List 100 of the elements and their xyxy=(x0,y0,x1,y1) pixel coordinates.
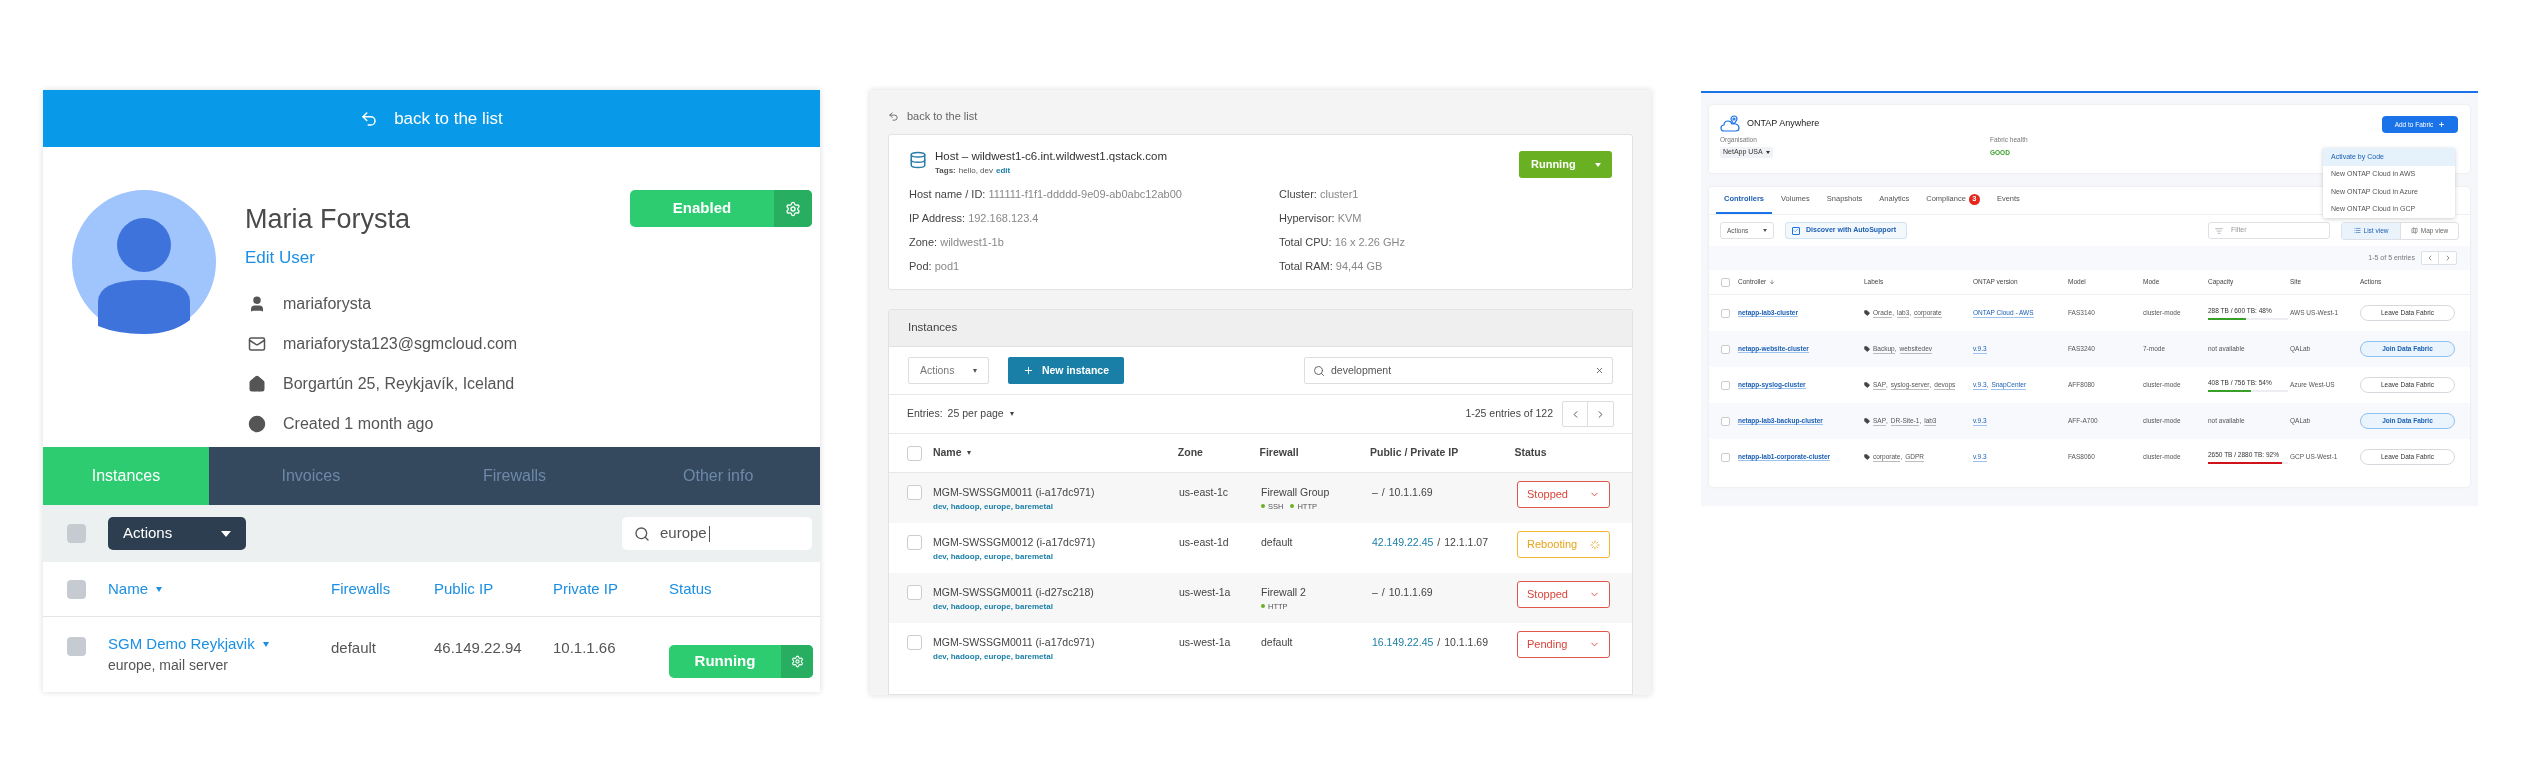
checkbox[interactable] xyxy=(907,635,922,650)
checkbox[interactable] xyxy=(67,637,86,656)
status-dropdown[interactable]: Stopped xyxy=(1517,481,1610,508)
checkbox[interactable] xyxy=(1721,344,1730,354)
table-cell-text: default xyxy=(1261,535,1294,550)
plus-icon xyxy=(1022,365,1034,376)
status-dropdown[interactable]: Pending xyxy=(1517,631,1610,658)
column-header[interactable]: Firewall xyxy=(1259,445,1299,461)
chevron-left-icon xyxy=(2426,254,2434,262)
tags-label: Tags: xyxy=(935,165,956,178)
caret-icon xyxy=(1765,150,1770,154)
column-header[interactable]: Private IP xyxy=(553,577,619,601)
checkbox[interactable] xyxy=(907,445,922,461)
column-header[interactable]: Status xyxy=(669,577,712,601)
instance-name: MGM-SWSSGM0011 (i-a17dc971) xyxy=(933,485,1096,500)
caret-icon xyxy=(1595,162,1601,167)
search-field[interactable]: development xyxy=(1304,357,1613,384)
checkbox[interactable] xyxy=(907,585,922,600)
table-cell-text: Firewall 2 xyxy=(1261,585,1307,600)
tag-icon xyxy=(1864,382,1870,388)
entries-label: Entries: xyxy=(907,406,943,422)
search-field[interactable]: europe xyxy=(622,517,812,550)
caret-icon xyxy=(1009,412,1014,416)
public-ip-link[interactable]: 42.149.22.45 xyxy=(1372,536,1434,548)
instance-tags: europe, mail server xyxy=(108,655,331,677)
checkbox[interactable] xyxy=(1721,452,1730,462)
caret-icon xyxy=(262,641,269,647)
host-title: Host – wildwest1-c6.int.wildwest1.qstack.com xyxy=(935,149,1167,164)
detail-text: mariaforysta123@sgmcloud.com xyxy=(283,333,518,354)
ip-separator: / xyxy=(1381,486,1385,498)
column-header[interactable]: Firewalls xyxy=(331,577,391,601)
column-header[interactable]: Zone xyxy=(1177,445,1203,461)
table-cell-text: 10.1.1.66 xyxy=(553,638,617,658)
ip-separator: / xyxy=(1381,586,1385,598)
checkbox[interactable] xyxy=(67,524,86,543)
back-icon xyxy=(360,109,379,128)
edit-link[interactable]: edit xyxy=(996,165,1011,178)
ip-separator: / xyxy=(1437,636,1441,648)
private-ip: 10.1.1.69 xyxy=(1444,636,1489,648)
instance-name: MGM-SWSSGM0011 (i-d27sc218) xyxy=(933,585,1095,600)
host-field: Zone: wildwest1-1b xyxy=(909,234,1279,259)
column-header[interactable]: Status xyxy=(1514,445,1547,461)
sort-icon xyxy=(966,451,971,455)
checkbox[interactable] xyxy=(1721,277,1730,287)
table-cell-text: Firewall Group xyxy=(1261,485,1331,500)
plus-icon xyxy=(2438,121,2446,128)
instance-tags: dev, hadoop, europe, baremetal xyxy=(933,650,1179,663)
tag-icon xyxy=(1864,346,1870,352)
column-header[interactable]: Public IP xyxy=(434,577,494,601)
checkbox[interactable] xyxy=(907,485,922,500)
tag-icon xyxy=(1864,310,1870,316)
table-cell-text: us-east-1c xyxy=(1179,485,1230,500)
table-cell-text: 46.149.22.94 xyxy=(434,638,523,658)
settings-icon xyxy=(785,200,801,217)
caret-icon xyxy=(1763,229,1767,232)
private-ip: 12.1.1.07 xyxy=(1444,536,1489,548)
host-field: Cluster: cluster1 xyxy=(1279,186,1612,211)
checkbox[interactable] xyxy=(1721,308,1730,318)
tags-text: hello, dev xyxy=(958,165,993,178)
instance-tags: dev, hadoop, europe, baremetal xyxy=(933,550,1179,563)
status-dropdown[interactable]: Stopped xyxy=(1517,581,1610,608)
back-link[interactable]: back to the list xyxy=(888,109,1633,123)
column-header[interactable]: Public / Private IP xyxy=(1370,445,1459,461)
checkbox[interactable] xyxy=(1721,416,1730,426)
checkbox[interactable] xyxy=(67,579,86,599)
fabric-title: ONTAP Anywhere xyxy=(1747,116,1820,130)
spinner-icon xyxy=(1590,539,1600,550)
host-field: Host name / ID: 111111-f1f1-ddddd-9e09-ab0abc12ab00 xyxy=(909,186,1279,211)
sort-icon xyxy=(156,586,162,592)
list-icon xyxy=(2353,227,2361,234)
settings-icon xyxy=(790,655,804,668)
host-field: Hypervisor: KVM xyxy=(1279,210,1612,235)
user-name: Maria Forysta xyxy=(245,203,412,235)
private-ip: 10.1.1.69 xyxy=(1388,486,1433,498)
new-instance-button[interactable]: New instance xyxy=(1008,357,1124,384)
home-icon xyxy=(248,374,266,393)
sort-arrow-icon xyxy=(1769,279,1776,285)
caret-icon xyxy=(973,368,977,373)
search-icon xyxy=(634,525,650,542)
entries-range: 1-25 entries of 122 xyxy=(1465,406,1553,422)
actions-dropdown[interactable]: Actions xyxy=(908,357,989,384)
clear-icon[interactable] xyxy=(1595,366,1604,375)
checkbox[interactable] xyxy=(1721,380,1730,390)
detail-text: Borgartún 25, Reykjavík, Iceland xyxy=(283,373,515,394)
instance-name: MGM-SWSSGM0012 (i-a17dc971) xyxy=(933,535,1097,550)
public-ip-link[interactable]: 16.149.22.45 xyxy=(1372,636,1434,648)
edit-user-link[interactable]: Edit User xyxy=(245,245,518,271)
host-field: Total CPU: 16 x 2.26 GHz xyxy=(1279,234,1612,259)
column-header[interactable]: Name xyxy=(932,445,962,461)
column-header[interactable]: Name xyxy=(108,577,148,601)
per-page-dropdown[interactable]: 25 per page xyxy=(947,406,1014,422)
instance-link[interactable]: SGM Demo Reykjavik xyxy=(108,632,255,656)
actions-dropdown[interactable]: Actions xyxy=(108,517,246,550)
table-cell-text: default xyxy=(1261,635,1294,650)
tag-icon xyxy=(1864,454,1870,460)
checkbox[interactable] xyxy=(907,535,922,550)
section-title: Instances xyxy=(908,320,958,336)
table-cell-text: us-west-1a xyxy=(1179,635,1232,650)
host-field: Total RAM: 94,44 GB xyxy=(1279,258,1612,283)
table-cell-text: us-west-1a xyxy=(1179,585,1232,600)
